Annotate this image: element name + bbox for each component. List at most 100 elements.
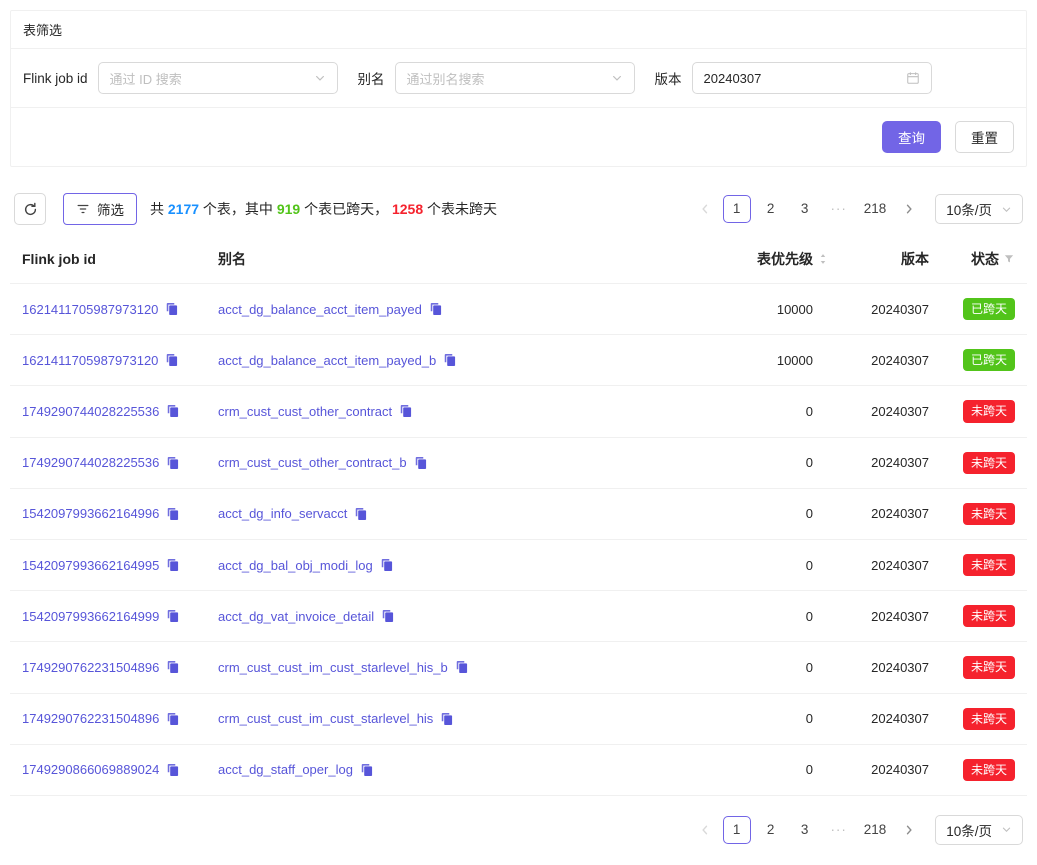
version-date-value[interactable] (704, 71, 906, 86)
copy-icon[interactable] (166, 456, 180, 470)
alias-select[interactable]: 通过别名搜索 (395, 62, 635, 94)
pagination-top: 123···218 10条/页 (693, 194, 1023, 224)
next-page-button[interactable] (897, 816, 921, 844)
status-badge: 未跨天 (963, 605, 1015, 627)
flink-job-id-select[interactable]: 通过 ID 搜索 (98, 62, 338, 94)
page-number-1[interactable]: 1 (723, 816, 751, 844)
page-size-select[interactable]: 10条/页 (935, 194, 1023, 224)
alias-link[interactable]: crm_cust_cust_other_contract_b (218, 455, 407, 470)
copy-icon[interactable] (414, 456, 428, 470)
version-date-input[interactable] (692, 62, 932, 94)
alias-link[interactable]: acct_dg_staff_oper_log (218, 762, 353, 777)
copy-icon[interactable] (380, 558, 394, 572)
flink-job-id-link[interactable]: 1749290744028225536 (22, 404, 159, 419)
alias-link[interactable]: crm_cust_cust_im_cust_starlevel_his (218, 711, 433, 726)
priority-cell: 0 (691, 488, 841, 539)
copy-icon[interactable] (354, 507, 368, 521)
copy-icon[interactable] (166, 763, 180, 777)
copy-icon[interactable] (455, 660, 469, 674)
page-number-2[interactable]: 2 (757, 816, 785, 844)
table-row: 1542097993662164996 acct_dg_info_servacc… (10, 488, 1027, 539)
version-cell: 20240307 (841, 386, 941, 437)
table-row: 1542097993662164999 acct_dg_vat_invoice_… (10, 591, 1027, 642)
page-number-218[interactable]: 218 (859, 195, 892, 223)
flink-job-id-link[interactable]: 1749290866069889024 (22, 762, 159, 777)
version-field: 版本 (655, 62, 932, 94)
page-number-3[interactable]: 3 (791, 195, 819, 223)
copy-icon[interactable] (166, 507, 180, 521)
flink-job-id-link[interactable]: 1542097993662164996 (22, 506, 159, 521)
toolbar: 筛选 共 2177 个表，其中 919 个表已跨天， 1258 个表未跨天 12… (14, 193, 1023, 225)
alias-link[interactable]: crm_cust_cust_other_contract (218, 404, 392, 419)
copy-icon[interactable] (165, 353, 179, 367)
column-header-priority[interactable]: 表优先级 (691, 235, 841, 284)
summary-text: 个表，其中 (199, 201, 277, 217)
calendar-icon (906, 71, 920, 85)
page-number-1[interactable]: 1 (723, 195, 751, 223)
alias-link[interactable]: acct_dg_balance_acct_item_payed_b (218, 353, 436, 368)
table-row: 1621411705987973120 acct_dg_balance_acct… (10, 335, 1027, 386)
next-page-button[interactable] (897, 195, 921, 223)
pagination-bottom: 123···218 10条/页 (693, 815, 1023, 845)
alias-link[interactable]: acct_dg_info_servacct (218, 506, 347, 521)
flink-job-id-link[interactable]: 1542097993662164999 (22, 609, 159, 624)
copy-icon[interactable] (360, 763, 374, 777)
copy-icon[interactable] (429, 302, 443, 316)
prev-page-button[interactable] (693, 195, 717, 223)
page-number-218[interactable]: 218 (859, 816, 892, 844)
crossed-count: 919 (277, 201, 300, 217)
filter-button[interactable]: 筛选 (63, 193, 137, 225)
flink-job-id-label: Flink job id (23, 71, 88, 86)
version-cell: 20240307 (841, 284, 941, 335)
table-container: Flink job id 别名 表优先级 版本 状态 (10, 235, 1027, 796)
table-row: 1749290762231504896 crm_cust_cust_im_cus… (10, 642, 1027, 693)
sorter-icon[interactable] (817, 253, 829, 265)
copy-icon[interactable] (166, 712, 180, 726)
flink-job-id-link[interactable]: 1749290762231504896 (22, 711, 159, 726)
alias-link[interactable]: acct_dg_balance_acct_item_payed (218, 302, 422, 317)
table-summary: 共 2177 个表，其中 919 个表已跨天， 1258 个表未跨天 (150, 199, 497, 219)
version-cell: 20240307 (841, 437, 941, 488)
copy-icon[interactable] (399, 404, 413, 418)
table-row: 1542097993662164995 acct_dg_bal_obj_modi… (10, 539, 1027, 590)
flink-job-id-link[interactable]: 1621411705987973120 (22, 353, 158, 368)
version-cell: 20240307 (841, 642, 941, 693)
page-size-value: 10条/页 (946, 820, 992, 840)
copy-icon[interactable] (440, 712, 454, 726)
page-number-3[interactable]: 3 (791, 816, 819, 844)
flink-job-id-placeholder: 通过 ID 搜索 (110, 69, 182, 88)
flink-job-id-link[interactable]: 1749290744028225536 (22, 455, 159, 470)
query-button[interactable]: 查询 (882, 121, 941, 153)
alias-link[interactable]: crm_cust_cust_im_cust_starlevel_his_b (218, 660, 448, 675)
filter-funnel-icon[interactable] (1003, 253, 1015, 265)
chevron-down-icon (314, 72, 326, 84)
table-row: 1749290866069889024 acct_dg_staff_oper_l… (10, 744, 1027, 795)
column-header-status[interactable]: 状态 (941, 235, 1027, 284)
summary-text: 个表已跨天， (300, 201, 392, 217)
page-size-value: 10条/页 (946, 199, 992, 219)
copy-icon[interactable] (166, 558, 180, 572)
copy-icon[interactable] (443, 353, 457, 367)
flink-job-id-link[interactable]: 1621411705987973120 (22, 302, 158, 317)
page-list: 123···218 (723, 816, 892, 844)
summary-text: 个表未跨天 (423, 201, 497, 217)
page-number-2[interactable]: 2 (757, 195, 785, 223)
copy-icon[interactable] (166, 404, 180, 418)
alias-placeholder: 通过别名搜索 (407, 69, 485, 88)
flink-job-id-link[interactable]: 1749290762231504896 (22, 660, 159, 675)
status-badge: 未跨天 (963, 759, 1015, 781)
table-row: 1749290744028225536 crm_cust_cust_other_… (10, 386, 1027, 437)
copy-icon[interactable] (166, 609, 180, 623)
refresh-icon (23, 202, 38, 217)
copy-icon[interactable] (381, 609, 395, 623)
copy-icon[interactable] (166, 660, 180, 674)
alias-link[interactable]: acct_dg_vat_invoice_detail (218, 609, 374, 624)
refresh-button[interactable] (14, 193, 46, 225)
prev-page-button[interactable] (693, 816, 717, 844)
page-size-select[interactable]: 10条/页 (935, 815, 1023, 845)
reset-button[interactable]: 重置 (955, 121, 1014, 153)
version-cell: 20240307 (841, 539, 941, 590)
copy-icon[interactable] (165, 302, 179, 316)
flink-job-id-link[interactable]: 1542097993662164995 (22, 558, 159, 573)
alias-link[interactable]: acct_dg_bal_obj_modi_log (218, 558, 373, 573)
